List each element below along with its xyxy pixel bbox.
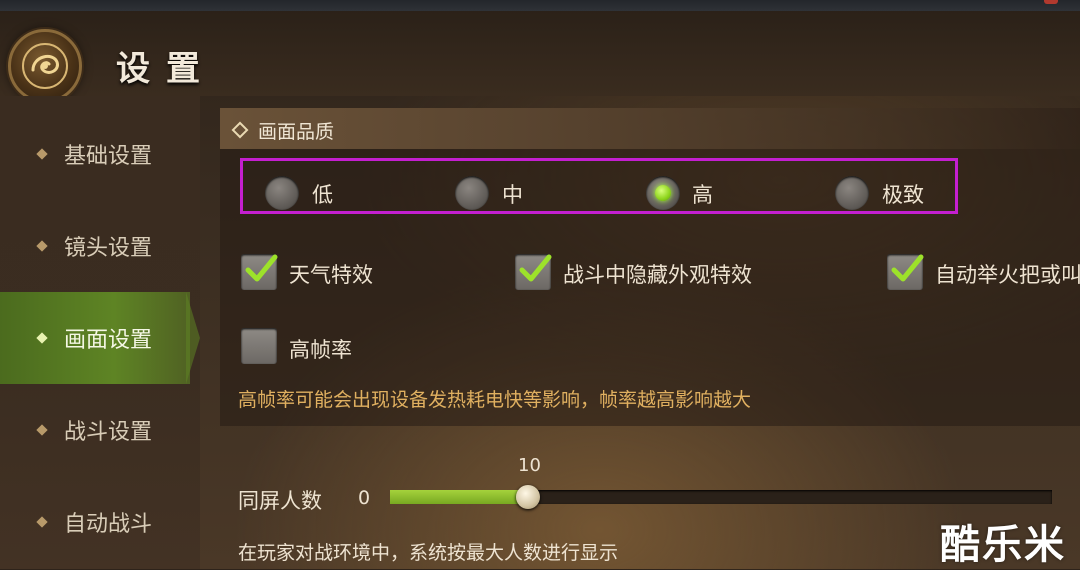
section-title: 画面品质 bbox=[258, 121, 335, 143]
player-count-slider-track[interactable] bbox=[390, 490, 1052, 504]
player-count-slider-fill bbox=[390, 490, 530, 504]
hide-appearance-effects-checkbox[interactable] bbox=[515, 254, 552, 290]
radio-selected-dot bbox=[655, 185, 671, 201]
checkmark-icon bbox=[245, 254, 278, 282]
checkmark-icon bbox=[519, 254, 552, 282]
sidebar-item-auto-combat[interactable]: 自动战斗 bbox=[0, 486, 200, 558]
diamond-icon bbox=[36, 240, 48, 252]
diamond-icon bbox=[36, 424, 48, 436]
framerate-warning-text: 高帧率可能会出现设备发热耗电快等影响，帧率越高影响越大 bbox=[238, 389, 752, 411]
quality-label-high: 高 bbox=[692, 183, 713, 207]
quality-radio-low[interactable] bbox=[265, 176, 299, 210]
page-title: 设置 bbox=[116, 49, 216, 89]
sidebar-item-label: 基础设置 bbox=[64, 144, 153, 169]
window-titlebar bbox=[0, 0, 1080, 11]
diamond-icon bbox=[36, 332, 48, 344]
game-emblem-icon bbox=[8, 29, 82, 103]
sidebar-item-label: 自动战斗 bbox=[64, 512, 153, 537]
checkmark-icon bbox=[891, 254, 924, 282]
player-count-label: 同屏人数 bbox=[238, 489, 322, 513]
quality-label-low: 低 bbox=[312, 183, 333, 207]
quality-label-ultra: 极致 bbox=[882, 183, 924, 207]
quality-radio-high[interactable] bbox=[646, 176, 680, 210]
high-framerate-checkbox[interactable] bbox=[241, 328, 277, 364]
header: 设置 bbox=[0, 11, 1080, 103]
high-framerate-label: 高帧率 bbox=[289, 338, 352, 362]
player-count-value: 10 bbox=[518, 455, 541, 476]
sidebar-item-label: 战斗设置 bbox=[64, 420, 153, 445]
sidebar-item-combat[interactable]: 战斗设置 bbox=[0, 394, 200, 466]
sidebar: 基础设置 镜头设置 画面设置 战斗设置 自动战斗 bbox=[0, 96, 200, 569]
player-count-description: 在玩家对战环境中，系统按最大人数进行显示 bbox=[238, 542, 619, 564]
watermark-logo: 酷乐米 bbox=[940, 522, 1066, 568]
sidebar-item-label: 镜头设置 bbox=[64, 236, 153, 261]
weather-effects-label: 天气特效 bbox=[289, 263, 373, 287]
auto-torch-label: 自动举火把或叫 bbox=[935, 263, 1080, 287]
close-icon[interactable] bbox=[1044, 0, 1058, 4]
quality-radio-ultra[interactable] bbox=[835, 176, 869, 210]
section-header: 画面品质 bbox=[220, 108, 1080, 149]
quality-radio-medium[interactable] bbox=[455, 176, 489, 210]
player-count-min: 0 bbox=[358, 487, 371, 509]
weather-effects-checkbox[interactable] bbox=[241, 254, 278, 290]
diamond-icon bbox=[36, 148, 48, 160]
sidebar-item-camera[interactable]: 镜头设置 bbox=[0, 210, 200, 282]
auto-torch-checkbox[interactable] bbox=[887, 254, 924, 290]
sidebar-item-basic[interactable]: 基础设置 bbox=[0, 118, 200, 190]
quality-label-medium: 中 bbox=[502, 183, 523, 207]
hide-appearance-effects-label: 战斗中隐藏外观特效 bbox=[563, 263, 752, 287]
sidebar-item-label: 画面设置 bbox=[64, 328, 153, 353]
player-count-slider-thumb[interactable] bbox=[516, 485, 540, 509]
sidebar-item-graphics[interactable]: 画面设置 bbox=[0, 292, 200, 384]
diamond-icon bbox=[36, 516, 48, 528]
diamond-icon bbox=[231, 121, 249, 139]
